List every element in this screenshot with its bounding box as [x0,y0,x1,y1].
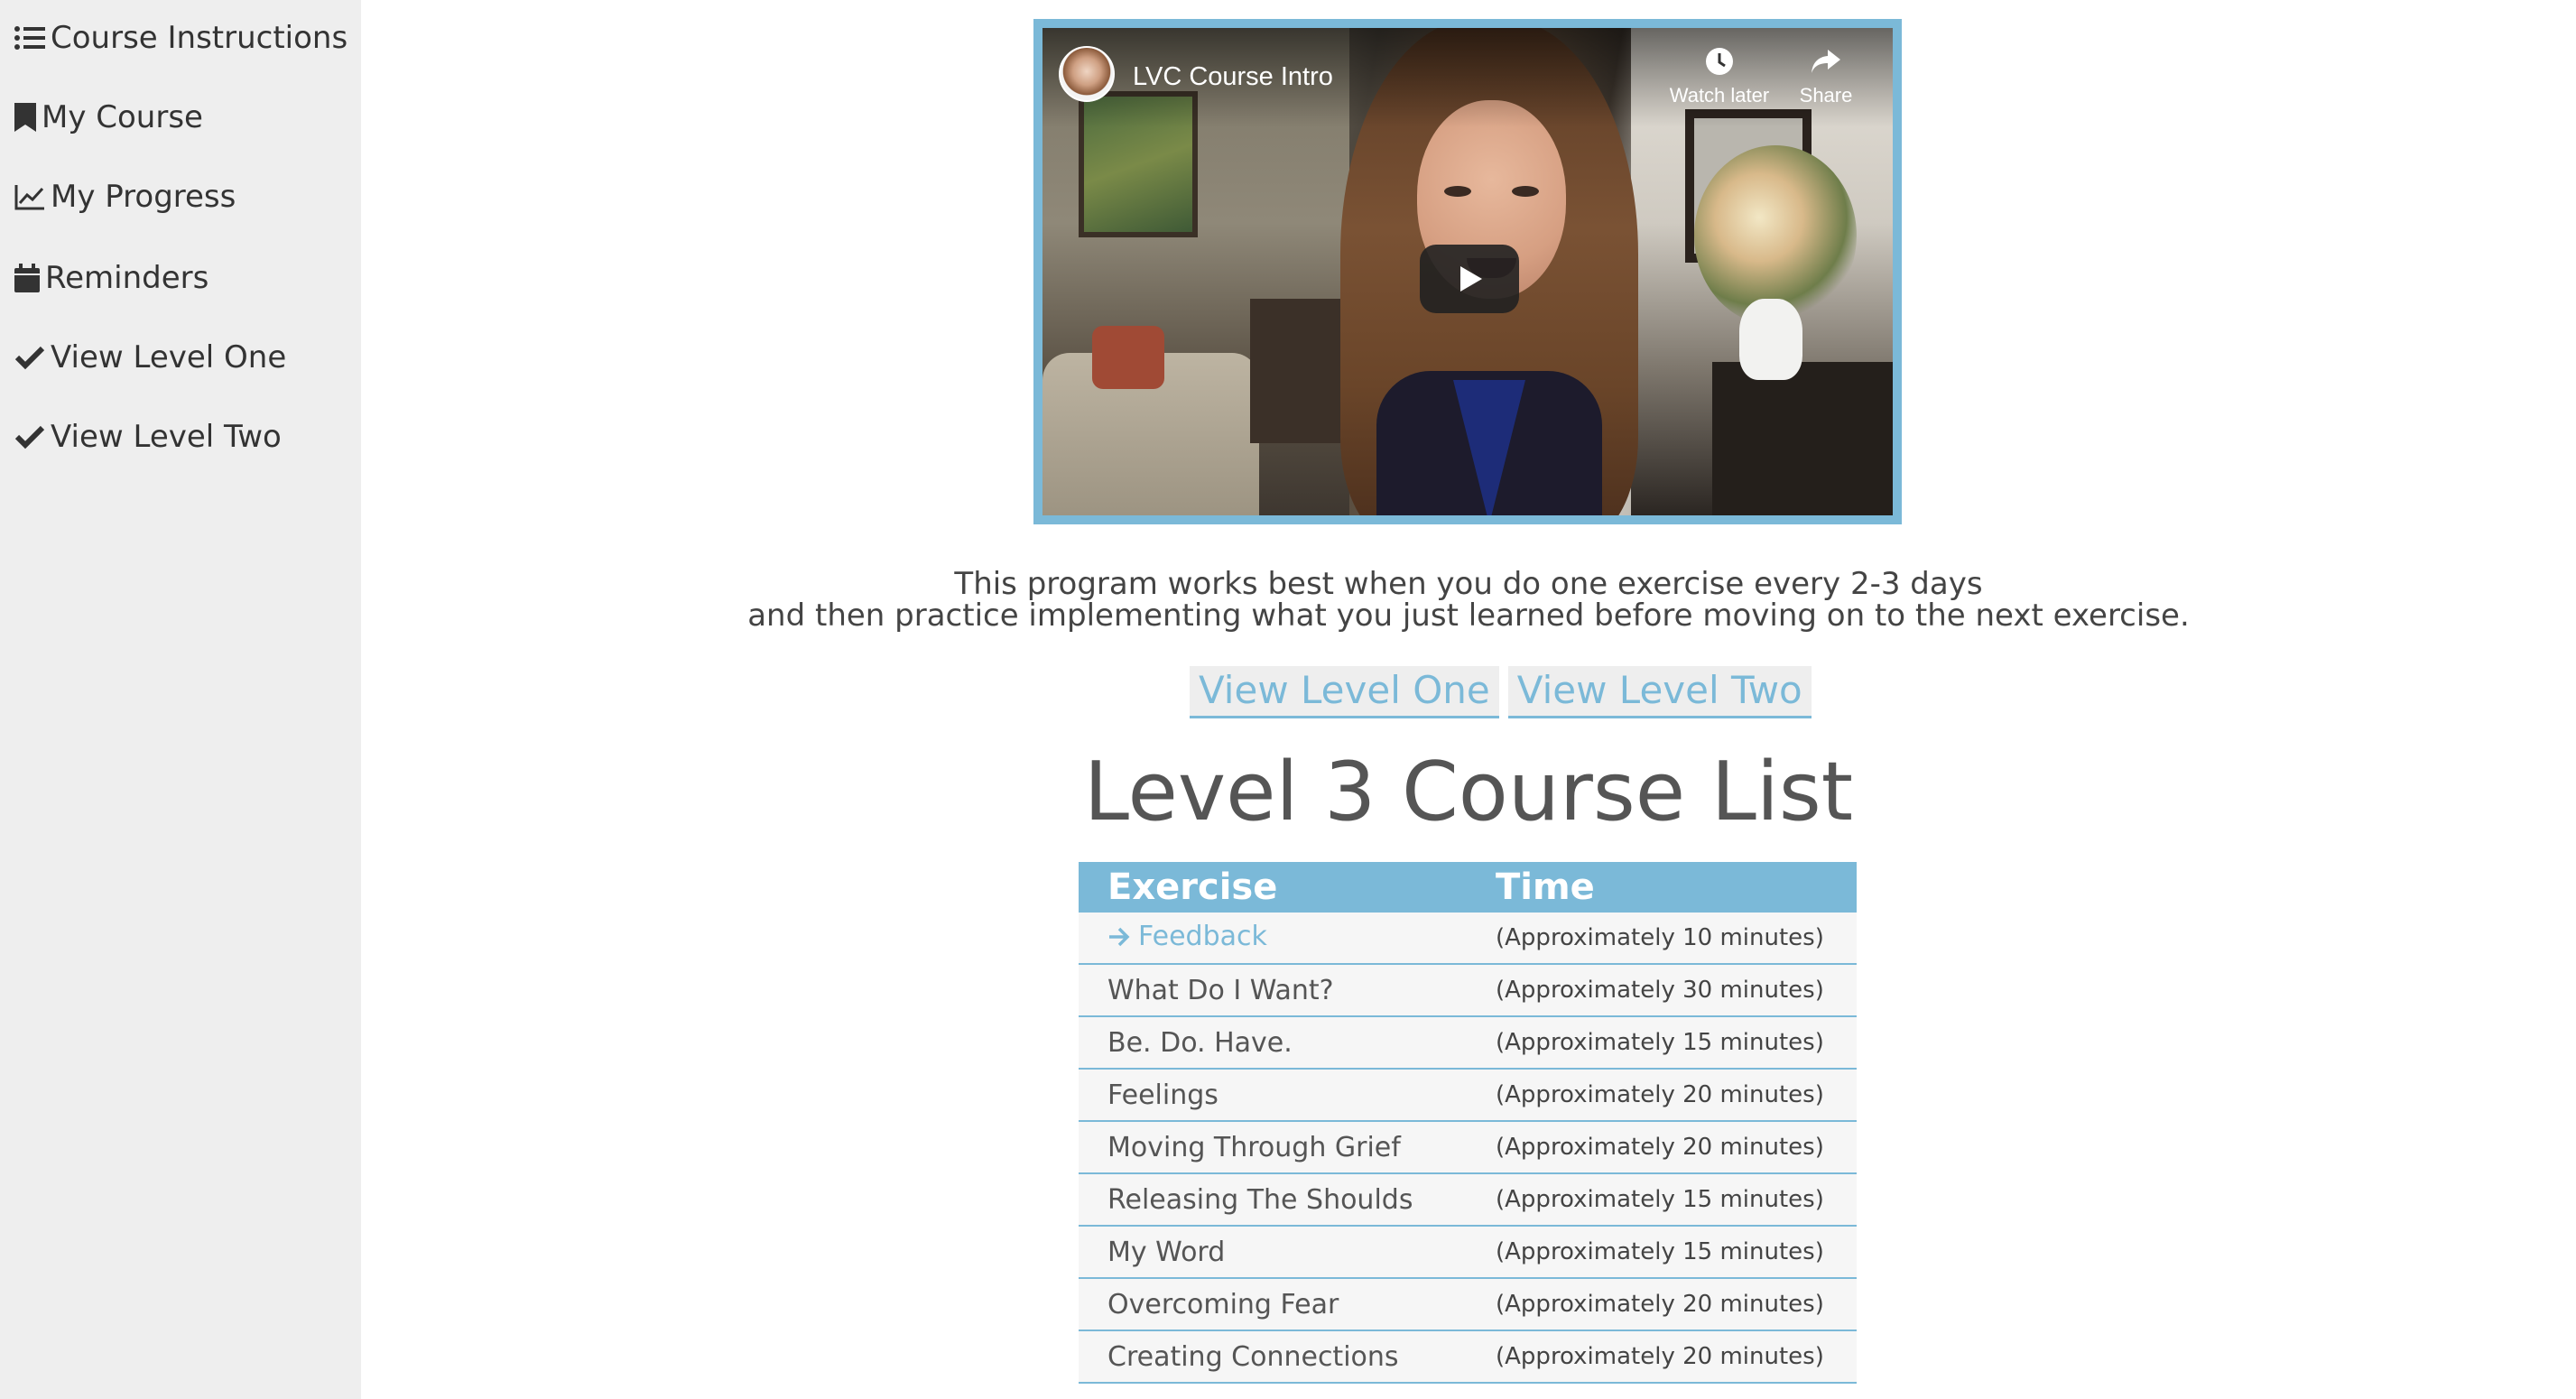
table-row: Overcoming Fear (Approximately 20 minute… [1079,1278,1857,1331]
sidebar-item-view-level-two[interactable]: View Level Two [14,410,282,464]
play-icon [1460,266,1482,292]
view-level-two-link[interactable]: View Level Two [1507,666,1812,718]
video-chair [1250,299,1349,443]
share-button[interactable]: Share [1772,46,1880,107]
time-cell: (Approximately 15 minutes) [1496,1016,1857,1070]
exercise-cell: Releasing The Shoulds [1079,1173,1496,1227]
table-row: Releasing The Shoulds (Approximately 15 … [1079,1173,1857,1227]
watch-later-button[interactable]: Watch later [1665,46,1774,107]
intro-line-2: and then practice implementing what you … [747,598,2190,634]
exercise-column-header: Exercise [1079,862,1496,913]
sidebar-item-label: Reminders [45,260,209,296]
time-cell: (Approximately 20 minutes) [1496,1121,1857,1174]
table-row: Feelings (Approximately 20 minutes) [1079,1069,1857,1122]
sidebar-item-label: Course Instructions [51,20,348,56]
time-cell: (Approximately 10 minutes) [1496,913,1857,965]
time-cell: (Approximately 15 minutes) [1496,1226,1857,1279]
video-pillow [1092,326,1164,389]
table-row: Creating Connections (Approximately 20 m… [1079,1330,1857,1384]
play-button[interactable] [1420,245,1519,313]
watch-later-label: Watch later [1669,84,1770,107]
clock-icon [1706,48,1733,75]
bookmark-icon [14,103,36,132]
video-cabinet [1712,362,1893,515]
sidebar-item-my-progress[interactable]: My Progress [14,170,236,224]
table-header-row: Exercise Time [1079,862,1857,913]
exercise-cell: Moving Through Grief [1079,1121,1496,1174]
exercise-cell: Feedback [1079,913,1496,965]
video-frame: LVC Course Intro Watch later Share [1033,19,1902,524]
line-chart-icon [14,183,45,210]
intro-line-1: This program works best when you do one … [954,566,1983,602]
video-title[interactable]: LVC Course Intro [1133,62,1333,92]
exercise-cell: What Do I Want? [1079,964,1496,1017]
view-level-one-link[interactable]: View Level One [1190,666,1499,718]
exercise-cell: Creating Connections [1079,1330,1496,1384]
sidebar-item-label: View Level One [51,339,287,375]
sidebar-item-my-course[interactable]: My Course [14,90,203,144]
video-vase [1739,299,1802,380]
sidebar-item-label: My Progress [51,179,236,215]
share-icon [1812,50,1840,73]
sidebar-item-reminders[interactable]: Reminders [14,251,208,305]
sidebar-item-label: My Course [42,99,203,135]
time-cell: (Approximately 20 minutes) [1496,1069,1857,1122]
presenter-eye [1512,186,1539,197]
table-row: What Do I Want? (Approximately 30 minute… [1079,964,1857,1017]
time-cell: (Approximately 20 minutes) [1496,1278,1857,1331]
time-cell: (Approximately 30 minutes) [1496,964,1857,1017]
course-table: Exercise Time Feedback (Approximately 10… [1079,862,1857,1384]
channel-avatar[interactable] [1059,46,1115,102]
exercise-cell: My Word [1079,1226,1496,1279]
page-title: Level 3 Course List [1083,745,1854,839]
table-row: Moving Through Grief (Approximately 20 m… [1079,1121,1857,1174]
time-column-header: Time [1496,862,1857,913]
level-links: View Level One View Level Two [1190,666,1812,718]
time-cell: (Approximately 15 minutes) [1496,1173,1857,1227]
exercise-cell: Overcoming Fear [1079,1278,1496,1331]
check-icon [14,424,45,449]
video-player[interactable]: LVC Course Intro Watch later Share [1042,28,1893,515]
exercise-cell: Be. Do. Have. [1079,1016,1496,1070]
exercise-link[interactable]: Feedback [1107,921,1267,952]
sidebar-item-label: View Level Two [51,419,282,455]
presenter-eye [1444,186,1471,197]
sidebar-item-course-instructions[interactable]: Course Instructions [14,11,347,65]
arrow-right-icon [1109,927,1130,946]
table-row: Be. Do. Have. (Approximately 15 minutes) [1079,1016,1857,1070]
share-label: Share [1799,84,1853,107]
table-row: Feedback (Approximately 10 minutes) [1079,913,1857,965]
exercise-cell: Feelings [1079,1069,1496,1122]
sidebar-item-view-level-one[interactable]: View Level One [14,330,286,384]
time-cell: (Approximately 20 minutes) [1496,1330,1857,1384]
calendar-icon [14,264,40,292]
sidebar: Course Instructions My Course My Progres… [0,0,361,1399]
exercise-label: Feedback [1138,921,1267,953]
list-icon [14,25,45,51]
table-row: My Word (Approximately 15 minutes) [1079,1226,1857,1279]
check-icon [14,345,45,370]
